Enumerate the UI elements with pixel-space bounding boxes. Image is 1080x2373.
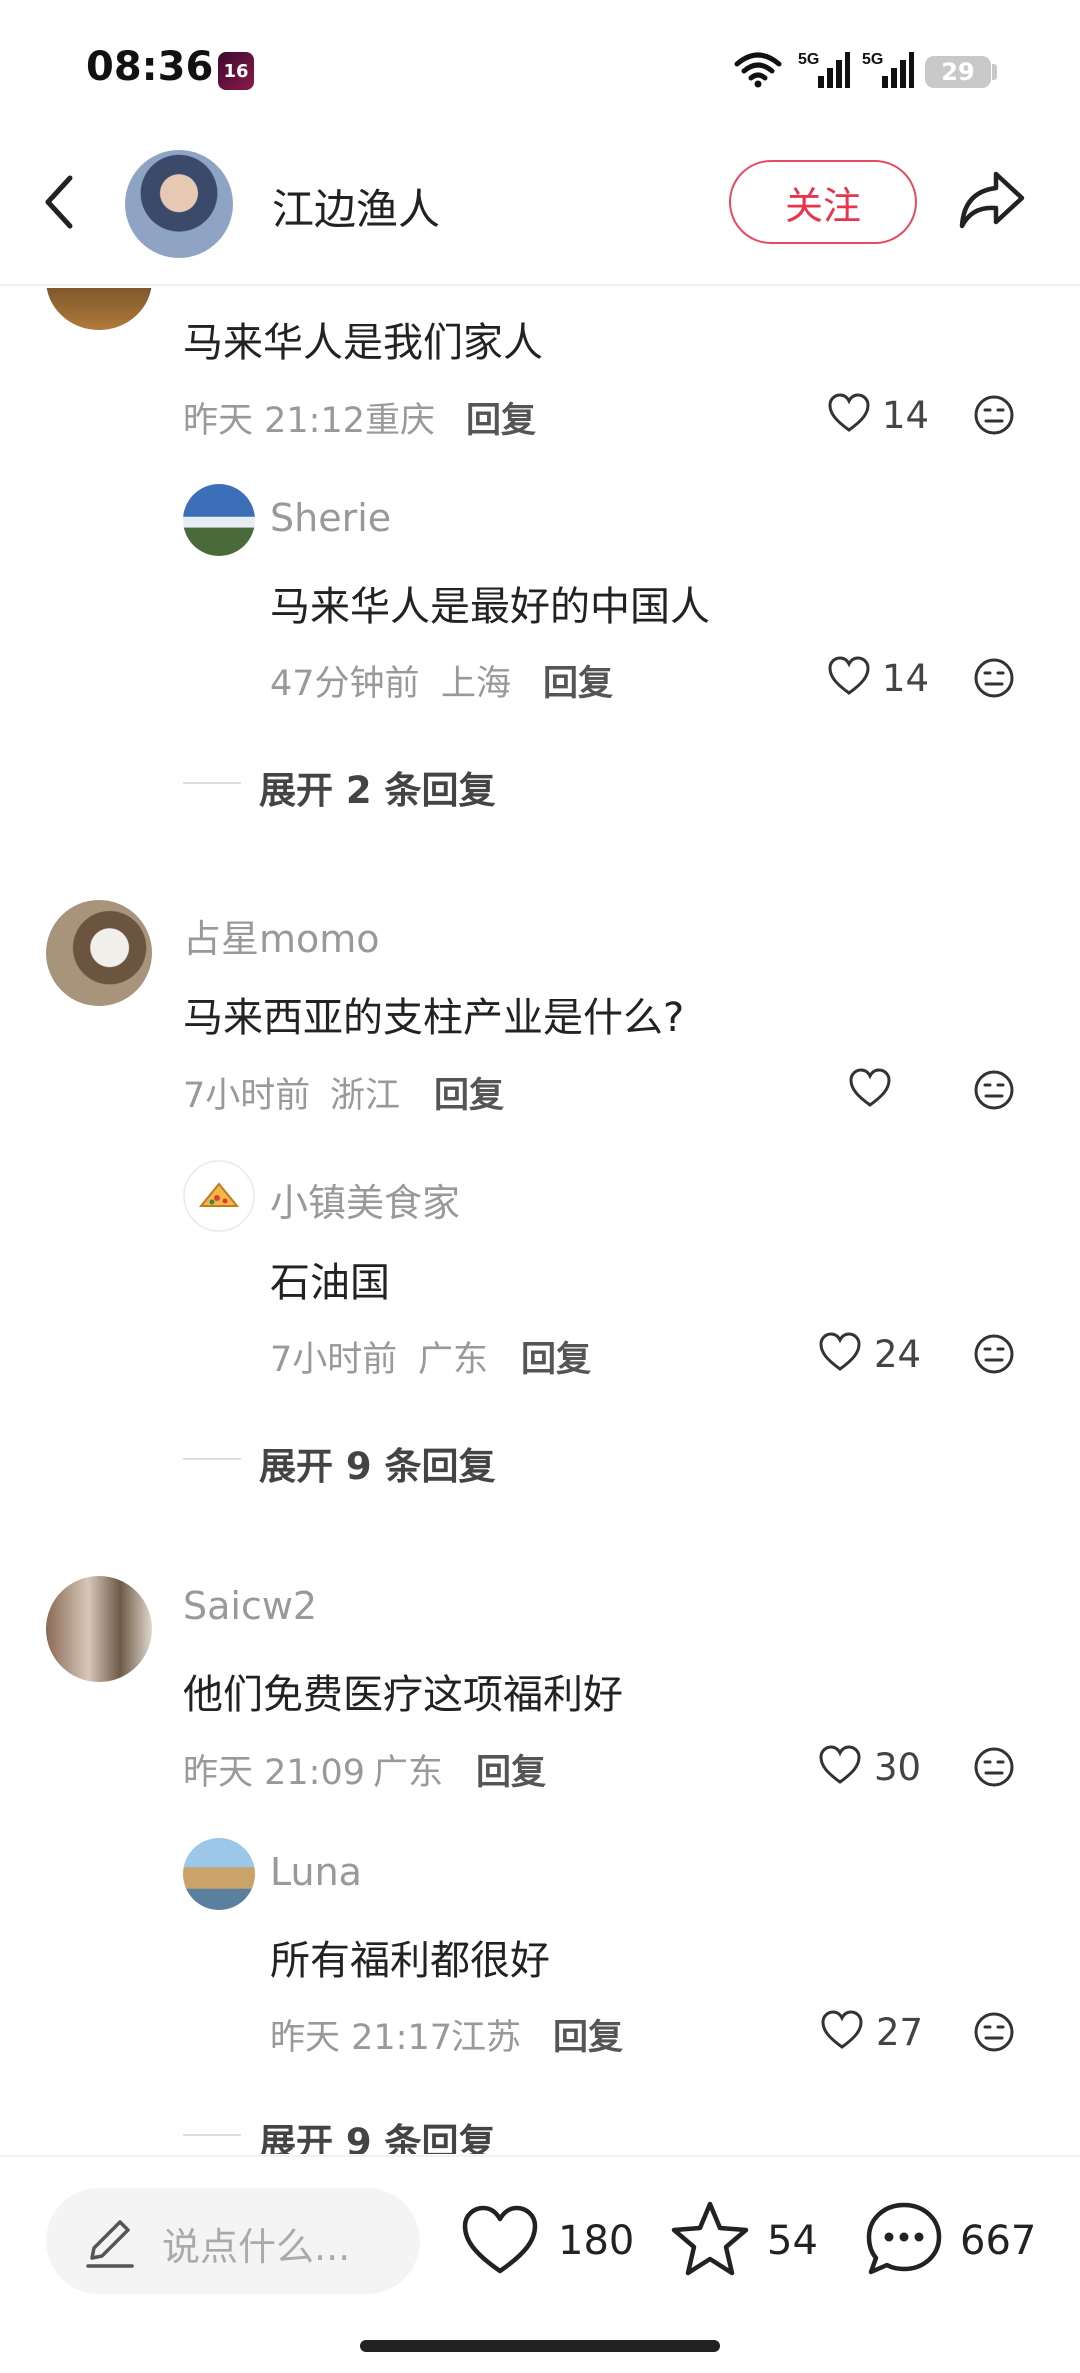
reply-avatar[interactable] xyxy=(183,1838,255,1910)
expand-line xyxy=(183,1458,241,1460)
pizza-icon xyxy=(198,1182,240,1207)
expand-line xyxy=(183,782,241,784)
comment-time: 7小时前 xyxy=(183,1076,311,1116)
comment-text: 马来西亚的支柱产业是什么? xyxy=(183,995,685,1041)
follow-button[interactable]: 关注 xyxy=(729,160,917,244)
star-icon[interactable] xyxy=(670,2200,750,2278)
heart-icon[interactable] xyxy=(848,1068,892,1108)
back-icon[interactable] xyxy=(40,172,80,232)
home-indicator[interactable] xyxy=(360,2340,720,2352)
reply-button[interactable]: 回复 xyxy=(466,392,536,443)
comment-username[interactable]: Saicw2 xyxy=(183,1584,317,1628)
heart-icon[interactable] xyxy=(820,2010,864,2050)
comment-location: 重庆 xyxy=(365,401,436,441)
wifi-icon xyxy=(734,52,782,88)
comment-username[interactable]: 占星momo xyxy=(183,908,380,963)
comment-input-placeholder[interactable]: 说点什么... xyxy=(162,2216,350,2271)
like-count: 14 xyxy=(882,657,930,700)
comment-text: 他们免费医疗这项福利好 xyxy=(183,1672,623,1718)
reply-text: 马来华人是最好的中国人 xyxy=(270,584,710,630)
svg-text:5G: 5G xyxy=(798,51,819,68)
reply-button[interactable]: 回复 xyxy=(476,1744,546,1795)
author-name[interactable]: 江边渔人 xyxy=(272,176,440,237)
comment-avatar[interactable] xyxy=(46,1576,152,1682)
expand-replies-button[interactable]: 展开 9 条回复 xyxy=(259,2112,496,2154)
reply-location: 广东 xyxy=(418,1340,489,1380)
reply-time: 47分钟前 xyxy=(270,664,420,704)
emoji-icon[interactable] xyxy=(973,1333,1015,1375)
bottom-divider xyxy=(0,2155,1080,2157)
header-divider xyxy=(0,284,1080,286)
comment-location: 广东 xyxy=(373,1753,444,1793)
comment-avatar[interactable] xyxy=(46,288,152,330)
comment-time: 昨天 21:09 xyxy=(183,1753,365,1793)
emoji-icon[interactable] xyxy=(973,1069,1015,1111)
comment-icon[interactable] xyxy=(864,2200,944,2278)
emoji-icon[interactable] xyxy=(973,2011,1015,2053)
heart-icon[interactable] xyxy=(818,1332,862,1372)
like-count: 14 xyxy=(882,394,930,437)
expand-replies-button[interactable]: 展开 9 条回复 xyxy=(259,1436,496,1490)
reply-button[interactable]: 回复 xyxy=(434,1067,504,1118)
notification-badge-icon: 16 xyxy=(218,52,254,90)
star-total: 54 xyxy=(767,2218,818,2264)
battery-indicator: 29 xyxy=(925,56,991,88)
like-count: 30 xyxy=(874,1746,922,1789)
reply-text: 所有福利都很好 xyxy=(270,1938,550,1984)
like-count: 24 xyxy=(874,1333,922,1376)
author-avatar[interactable] xyxy=(125,150,233,258)
reply-username[interactable]: Sherie xyxy=(270,496,391,540)
heart-icon[interactable] xyxy=(818,1745,862,1785)
reply-button[interactable]: 回复 xyxy=(521,1331,591,1382)
reply-button[interactable]: 回复 xyxy=(553,2009,623,2060)
comment-total: 667 xyxy=(960,2218,1037,2264)
signal-icon: 5G xyxy=(862,51,914,88)
reply-avatar[interactable] xyxy=(183,484,255,556)
emoji-icon[interactable] xyxy=(973,657,1015,699)
heart-icon[interactable] xyxy=(827,656,871,696)
like-total: 180 xyxy=(558,2218,635,2264)
reply-username[interactable]: Luna xyxy=(270,1850,362,1894)
pencil-icon xyxy=(86,2220,134,2268)
reply-avatar[interactable] xyxy=(183,1160,255,1232)
battery-cap xyxy=(992,64,997,80)
comment-avatar[interactable] xyxy=(46,900,152,1006)
reply-button[interactable]: 回复 xyxy=(543,655,613,706)
svg-text:5G: 5G xyxy=(862,51,883,68)
expand-line xyxy=(183,2134,241,2136)
emoji-icon[interactable] xyxy=(973,394,1015,436)
status-time: 08:36 xyxy=(86,44,214,90)
like-count: 27 xyxy=(876,2011,924,2054)
signal-icon: 5G xyxy=(798,51,850,88)
reply-text: 石油国 xyxy=(270,1260,390,1306)
emoji-icon[interactable] xyxy=(973,1746,1015,1788)
reply-time: 7小时前 xyxy=(270,1340,398,1380)
heart-icon[interactable] xyxy=(460,2204,540,2276)
expand-replies-button[interactable]: 展开 2 条回复 xyxy=(259,760,496,814)
comment-location: 浙江 xyxy=(330,1076,401,1116)
comment-time: 昨天 21:12 xyxy=(183,401,365,441)
comment-text: 马来华人是我们家人 xyxy=(183,320,543,366)
heart-icon[interactable] xyxy=(827,393,871,433)
reply-time: 昨天 21:17 xyxy=(270,2018,452,2058)
share-icon[interactable] xyxy=(956,168,1026,232)
reply-location: 上海 xyxy=(441,664,512,704)
reply-location: 江苏 xyxy=(451,2018,522,2058)
reply-username[interactable]: 小镇美食家 xyxy=(270,1172,460,1227)
